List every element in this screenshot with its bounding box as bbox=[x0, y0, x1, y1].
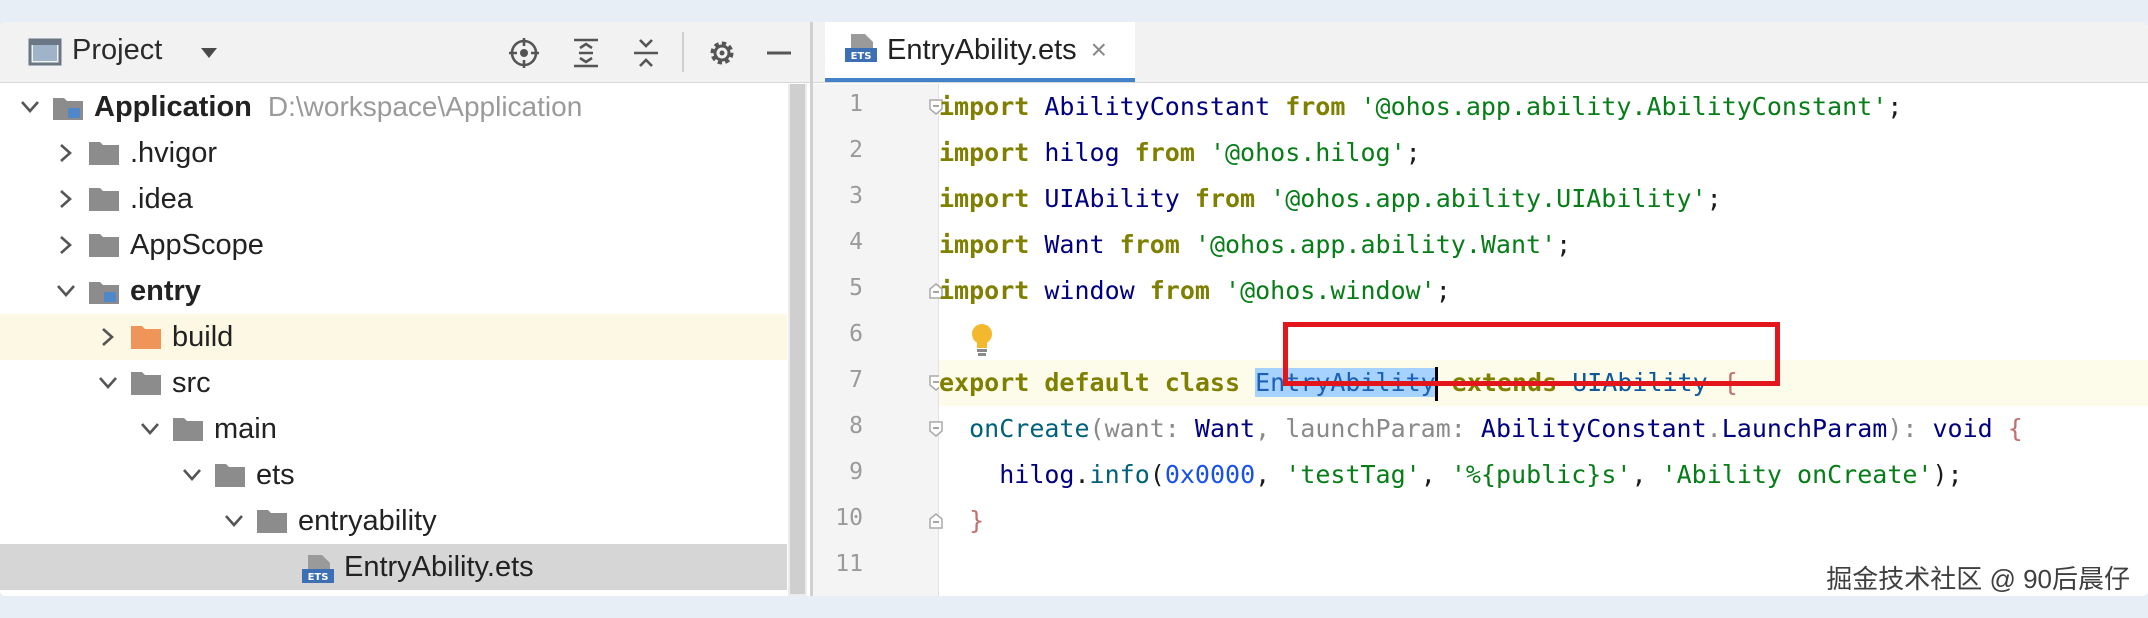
tree-item-label: src bbox=[172, 366, 211, 399]
project-path: D:\workspace\Application bbox=[267, 91, 583, 122]
chevron-right-icon[interactable] bbox=[52, 185, 80, 213]
project-tree: Application D:\workspace\Application .hv… bbox=[0, 84, 807, 596]
folder-icon bbox=[130, 370, 162, 396]
chevron-right-icon[interactable] bbox=[52, 231, 80, 259]
tree-item-src[interactable]: src bbox=[0, 360, 787, 406]
tree-item-label: .hvigor bbox=[130, 136, 218, 169]
header-divider bbox=[682, 32, 684, 72]
tree-item-label: entry bbox=[130, 274, 201, 307]
code-line: hilog.info(0x0000, 'testTag', '%{public}… bbox=[999, 460, 1963, 489]
code-line: import UIAbility from '@ohos.app.ability… bbox=[939, 184, 1722, 213]
tree-item-label: entryability bbox=[298, 504, 437, 537]
code-line: onCreate(want: Want, launchParam: Abilit… bbox=[969, 414, 2023, 443]
ets-file-icon: ETS bbox=[845, 33, 877, 68]
line-number: 5 bbox=[849, 275, 863, 301]
tree-item-entryability-ets[interactable]: ETS EntryAbility.ets bbox=[0, 544, 787, 590]
project-panel: Project Application D:\workspace\Applica… bbox=[0, 22, 813, 596]
tree-item-label: Application bbox=[94, 90, 252, 123]
code-line: import AbilityConstant from '@ohos.app.a… bbox=[939, 92, 1903, 121]
line-number: 2 bbox=[849, 137, 863, 163]
line-number-gutter: 1 2 3 4 5 6 7 8 9 10 11 bbox=[813, 84, 943, 596]
line-number: 9 bbox=[849, 459, 863, 485]
folder-icon bbox=[256, 508, 288, 534]
code-editor: ETS EntryAbility.ets × 1 2 3 4 5 6 7 8 9… bbox=[813, 22, 2148, 596]
ide-window: Project Application D:\workspace\Applica… bbox=[0, 22, 2148, 596]
annotation-highlight-box bbox=[1283, 322, 1780, 386]
tree-item-main[interactable]: main bbox=[0, 406, 787, 452]
tree-item-ets[interactable]: ets bbox=[0, 452, 787, 498]
collapse-all-icon[interactable] bbox=[628, 36, 664, 70]
line-number: 7 bbox=[849, 367, 863, 393]
chevron-right-icon[interactable] bbox=[94, 323, 122, 351]
project-panel-title[interactable]: Project bbox=[72, 34, 162, 67]
chevron-down-icon[interactable] bbox=[52, 277, 80, 305]
folder-icon bbox=[88, 140, 120, 166]
tree-item-label: EntryAbility.ets bbox=[344, 550, 534, 583]
dropdown-arrow-icon[interactable] bbox=[196, 40, 222, 66]
module-folder-icon bbox=[52, 94, 84, 120]
chevron-down-icon[interactable] bbox=[94, 369, 122, 397]
lightbulb-icon[interactable] bbox=[968, 322, 996, 358]
editor-tab-bar: ETS EntryAbility.ets × bbox=[813, 22, 2148, 83]
locate-icon[interactable] bbox=[506, 36, 542, 70]
close-icon[interactable]: × bbox=[1091, 34, 1107, 66]
chevron-down-icon[interactable] bbox=[16, 93, 44, 121]
tree-item-label: ets bbox=[256, 458, 295, 491]
hide-panel-icon[interactable] bbox=[762, 36, 796, 70]
code-line: } bbox=[969, 506, 985, 535]
line-number: 1 bbox=[849, 91, 863, 117]
tree-item-entry[interactable]: entry bbox=[0, 268, 787, 314]
tree-scrollbar-thumb[interactable] bbox=[790, 84, 805, 594]
code-line: import window from '@ohos.window'; bbox=[939, 276, 1451, 305]
gear-icon[interactable] bbox=[704, 36, 740, 70]
project-panel-header: Project bbox=[0, 22, 810, 83]
tree-item-label: AppScope bbox=[130, 228, 264, 261]
module-folder-icon bbox=[88, 278, 120, 304]
chevron-down-icon[interactable] bbox=[220, 507, 248, 535]
tree-item-hvigor[interactable]: .hvigor bbox=[0, 130, 787, 176]
line-number: 10 bbox=[835, 505, 863, 531]
ets-file-icon: ETS bbox=[302, 554, 334, 583]
code-line: import hilog from '@ohos.hilog'; bbox=[939, 138, 1421, 167]
chevron-down-icon[interactable] bbox=[136, 415, 164, 443]
line-number: 11 bbox=[835, 551, 863, 577]
watermark: 掘金技术社区 @ 90后晨仔 bbox=[1826, 564, 2130, 594]
folder-icon bbox=[172, 416, 204, 442]
line-number: 4 bbox=[849, 229, 863, 255]
tree-item-idea[interactable]: .idea bbox=[0, 176, 787, 222]
tab-label: EntryAbility.ets bbox=[887, 33, 1077, 66]
line-number: 6 bbox=[849, 321, 863, 347]
folder-icon bbox=[88, 186, 120, 212]
tree-item-entryability[interactable]: entryability bbox=[0, 498, 787, 544]
svg-text:ETS: ETS bbox=[851, 51, 872, 62]
tree-item-build[interactable]: build bbox=[0, 314, 787, 360]
expand-all-icon[interactable] bbox=[568, 36, 604, 70]
line-number: 8 bbox=[849, 413, 863, 439]
folder-icon bbox=[88, 232, 120, 258]
chevron-down-icon[interactable] bbox=[178, 461, 206, 489]
tree-item-label: .idea bbox=[130, 182, 193, 215]
folder-icon bbox=[214, 462, 246, 488]
tree-item-label: main bbox=[214, 412, 277, 445]
tree-item-application[interactable]: Application D:\workspace\Application bbox=[0, 84, 787, 130]
build-folder-icon bbox=[130, 324, 162, 350]
tree-scrollbar[interactable] bbox=[788, 84, 807, 596]
chevron-right-icon[interactable] bbox=[52, 139, 80, 167]
svg-text:ETS: ETS bbox=[308, 572, 329, 583]
line-number: 3 bbox=[849, 183, 863, 209]
tree-item-label: build bbox=[172, 320, 234, 353]
project-view-icon[interactable] bbox=[28, 36, 62, 68]
tab-entryability-ets[interactable]: ETS EntryAbility.ets × bbox=[825, 22, 1135, 82]
code-line: import Want from '@ohos.app.ability.Want… bbox=[939, 230, 1572, 259]
tree-item-appscope[interactable]: AppScope bbox=[0, 222, 787, 268]
